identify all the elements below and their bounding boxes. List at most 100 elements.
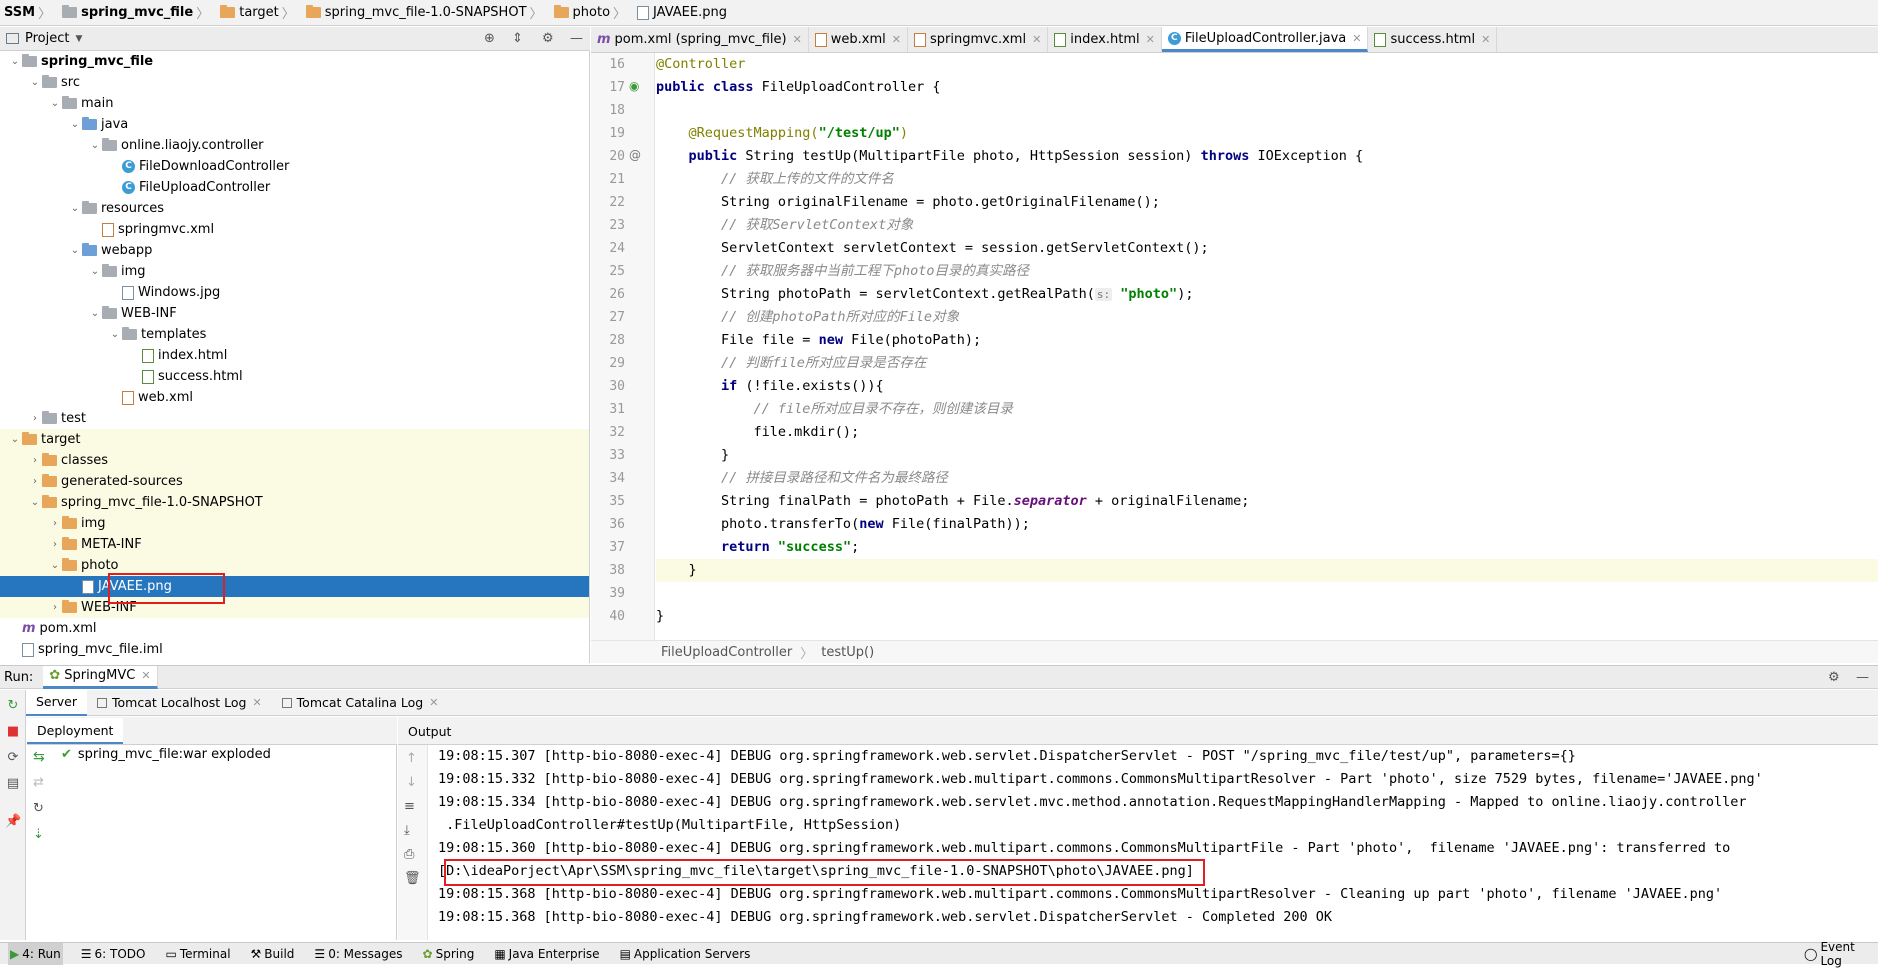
tool-build[interactable]: ⚒ Build: [249, 943, 297, 965]
tree-item[interactable]: C FileDownloadController: [0, 156, 589, 177]
expanded-arrow-icon[interactable]: ⌄: [28, 77, 42, 88]
expanded-arrow-icon[interactable]: ⌄: [68, 203, 82, 214]
expanded-arrow-icon[interactable]: ⌄: [88, 266, 102, 277]
collapsed-arrow-icon[interactable]: ›: [48, 602, 62, 613]
tool-spring[interactable]: ✿ Spring: [421, 943, 477, 965]
editor-crumb-class[interactable]: FileUploadController: [661, 645, 792, 660]
close-icon[interactable]: ✕: [429, 696, 438, 709]
close-icon[interactable]: ✕: [252, 696, 261, 709]
tree-item[interactable]: ⌄ resources: [0, 198, 589, 219]
expanded-arrow-icon[interactable]: ⌄: [108, 329, 122, 340]
tree-item[interactable]: ⌄ spring_mvc_file: [0, 51, 589, 72]
tree-item[interactable]: ⌄ target: [0, 429, 589, 450]
editor-tab[interactable]: success.html ✕: [1368, 27, 1498, 52]
expanded-arrow-icon[interactable]: ⌄: [8, 56, 22, 67]
tree-item[interactable]: JAVAEE.png: [0, 576, 589, 597]
expanded-arrow-icon[interactable]: ⌄: [68, 119, 82, 130]
editor-crumb-method[interactable]: testUp(): [821, 645, 874, 660]
tree-item[interactable]: spring_mvc_file.iml: [0, 639, 589, 660]
tree-item[interactable]: Windows.jpg: [0, 282, 589, 303]
print-icon[interactable]: ⎙: [404, 847, 414, 862]
run-gutter-icon[interactable]: ◉: [629, 79, 639, 93]
tab-tomcat-localhost-log[interactable]: Tomcat Localhost Log ✕: [87, 690, 272, 716]
gear-icon[interactable]: ⚙: [1828, 670, 1840, 685]
tool-java-enterprise[interactable]: ▦ Java Enterprise: [492, 943, 601, 965]
tree-item[interactable]: › classes: [0, 450, 589, 471]
editor-tab[interactable]: m pom.xml (spring_mvc_file) ✕: [591, 27, 809, 52]
tree-item[interactable]: › generated-sources: [0, 471, 589, 492]
tree-item[interactable]: index.html: [0, 345, 589, 366]
deploy-all-icon[interactable]: ⇣: [33, 827, 44, 842]
gear-icon[interactable]: ⚙: [542, 31, 554, 46]
crumb-photo[interactable]: photo 〉: [553, 3, 632, 22]
annotation-gutter-icon[interactable]: @: [629, 148, 641, 162]
tool-todo[interactable]: ☰ 6: TODO: [79, 943, 148, 965]
editor-tab[interactable]: springmvc.xml ✕: [908, 27, 1049, 52]
close-icon[interactable]: ✕: [793, 33, 802, 46]
tab-tomcat-catalina-log[interactable]: Tomcat Catalina Log ✕: [272, 690, 449, 716]
expanded-arrow-icon[interactable]: ⌄: [88, 140, 102, 151]
expanded-arrow-icon[interactable]: ⌄: [48, 560, 62, 571]
tree-item[interactable]: ⌄ java: [0, 114, 589, 135]
project-view-selector[interactable]: Project: [25, 31, 69, 46]
tree-item[interactable]: web.xml: [0, 387, 589, 408]
stop-icon[interactable]: ■: [5, 724, 21, 740]
expanded-arrow-icon[interactable]: ⌄: [8, 434, 22, 445]
crumb-project[interactable]: SSM 〉: [4, 3, 56, 22]
tree-item[interactable]: ⌄ img: [0, 261, 589, 282]
tree-item[interactable]: ⌄ main: [0, 93, 589, 114]
collapsed-arrow-icon[interactable]: ›: [48, 539, 62, 550]
minimize-icon[interactable]: —: [570, 31, 583, 46]
tree-item[interactable]: ⌄ WEB-INF: [0, 303, 589, 324]
rerun-icon[interactable]: ↻: [5, 698, 21, 714]
expanded-arrow-icon[interactable]: ⌄: [68, 245, 82, 256]
crumb-snapshot[interactable]: spring_mvc_file-1.0-SNAPSHOT 〉: [305, 3, 548, 22]
tree-item[interactable]: › META-INF: [0, 534, 589, 555]
tree-item[interactable]: C FileUploadController: [0, 177, 589, 198]
crumb-target[interactable]: target 〉: [220, 3, 300, 22]
scroll-to-end-icon[interactable]: ⤓: [404, 823, 410, 838]
crumb-file[interactable]: JAVAEE.png: [637, 5, 727, 20]
undeploy-icon[interactable]: ⇄: [33, 775, 44, 790]
tree-item[interactable]: › img: [0, 513, 589, 534]
tool-run[interactable]: ▶ 4: Run: [8, 942, 63, 965]
tree-item[interactable]: success.html: [0, 366, 589, 387]
tool-application-servers[interactable]: ▤ Application Servers: [618, 943, 753, 965]
close-icon[interactable]: ✕: [1352, 32, 1361, 45]
close-icon[interactable]: ✕: [1146, 33, 1155, 46]
trash-icon[interactable]: 🗑: [404, 871, 421, 886]
tree-item[interactable]: ⌄ src: [0, 72, 589, 93]
tree-item[interactable]: ⌄ webapp: [0, 240, 589, 261]
tool-messages[interactable]: ☰ 0: Messages: [312, 943, 404, 965]
tree-item[interactable]: ⌄ spring_mvc_file-1.0-SNAPSHOT: [0, 492, 589, 513]
tool-terminal[interactable]: ▭ Terminal: [163, 943, 232, 965]
run-config-tab[interactable]: ✿ SpringMVC ✕: [43, 665, 158, 689]
tab-deployment[interactable]: Deployment: [27, 718, 124, 744]
dropdown-arrow-icon[interactable]: ▼: [75, 34, 82, 44]
refresh-icon[interactable]: ↻: [33, 801, 44, 816]
collapsed-arrow-icon[interactable]: ›: [28, 476, 42, 487]
expanded-arrow-icon[interactable]: ⌄: [48, 98, 62, 109]
tree-item[interactable]: ⌄ online.liaojy.controller: [0, 135, 589, 156]
close-icon[interactable]: ✕: [1032, 33, 1041, 46]
tree-item[interactable]: ⌄ photo: [0, 555, 589, 576]
layout-icon[interactable]: ▤: [5, 776, 21, 792]
editor-tab[interactable]: index.html ✕: [1048, 27, 1162, 52]
tool-event-log[interactable]: ◯ Event Log: [1802, 940, 1870, 968]
collapsed-arrow-icon[interactable]: ›: [28, 455, 42, 466]
tree-item[interactable]: m pom.xml: [0, 618, 589, 639]
tab-server[interactable]: Server: [26, 689, 87, 716]
minimize-icon[interactable]: —: [1856, 670, 1869, 685]
close-icon[interactable]: ✕: [141, 669, 150, 682]
tab-output[interactable]: Output: [398, 718, 461, 744]
crumb-module[interactable]: spring_mvc_file 〉: [62, 3, 214, 22]
tree-item[interactable]: › WEB-INF: [0, 597, 589, 618]
tree-item[interactable]: › test: [0, 408, 589, 429]
editor-tab[interactable]: web.xml ✕: [809, 27, 908, 52]
close-icon[interactable]: ✕: [1481, 33, 1490, 46]
locate-icon[interactable]: ⊕: [484, 31, 495, 46]
code-editor[interactable]: @Controller public class FileUploadContr…: [656, 53, 1878, 640]
editor-tab[interactable]: C FileUploadController.java ✕: [1161, 27, 1369, 52]
restart-icon[interactable]: ⟳: [5, 750, 21, 766]
collapsed-arrow-icon[interactable]: ›: [48, 518, 62, 529]
